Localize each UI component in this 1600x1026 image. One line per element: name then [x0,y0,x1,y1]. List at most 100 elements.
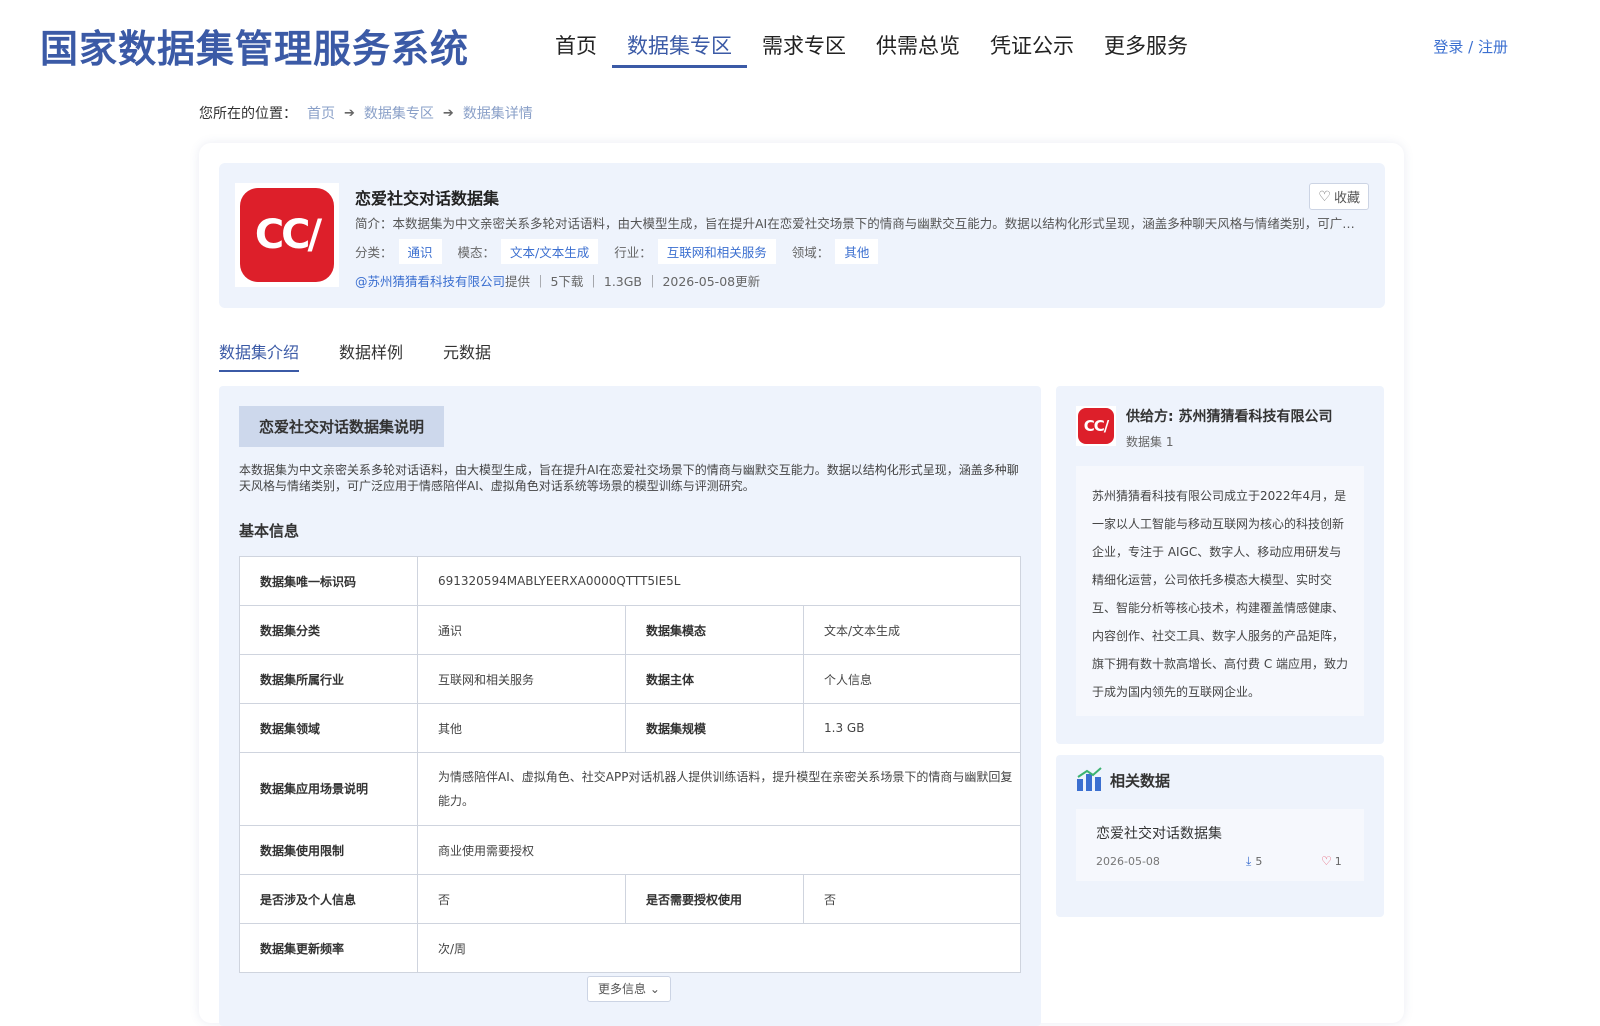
tag-category[interactable]: 通识 [398,239,442,264]
supplier-logo[interactable]: CC/ [1076,406,1116,446]
login-register-link[interactable]: 登录 / 注册 [1433,36,1508,57]
arrow-right-icon: ➔ [442,105,454,121]
table-value: 为情感陪伴AI、虚拟角色、社交APP对话机器人提供训练语料，提升模型在亲密关系场… [417,752,1021,826]
dataset-summary: CC/ 恋爱社交对话数据集 简介：本数据集为中文亲密关系多轮对话语料，由大模型生… [219,163,1385,308]
table-row: 数据集分类 通识 数据集模态 文本/文本生成 [239,605,1021,655]
table-value: 否 [803,874,1021,924]
table-row: 数据集更新频率 次/周 [239,923,1021,973]
heart-icon: ♡ [1318,188,1331,205]
table-value: 次/周 [417,923,1021,973]
table-row: 数据集应用场景说明 为情感陪伴AI、虚拟角色、社交APP对话机器人提供训练语料，… [239,752,1021,826]
breadcrumb-prefix: 您所在的位置： [199,106,297,122]
table-value: 1.3 GB [803,703,1021,753]
more-info-button[interactable]: 更多信息 ⌄ [587,976,671,1002]
dataset-brief: 简介：本数据集为中文亲密关系多轮对话语料，由大模型生成，旨在提升AI在恋爱社交场… [355,216,1365,231]
dataset-title: 恋爱社交对话数据集 [355,189,500,208]
table-value: 文本/文本生成 [803,605,1021,655]
tab-samples[interactable]: 数据样例 [339,339,403,372]
dataset-detail-card: CC/ 恋爱社交对话数据集 简介：本数据集为中文亲密关系多轮对话语料，由大模型生… [199,143,1404,1026]
related-title: 相关数据 [1110,772,1171,790]
table-row: 数据集唯一标识码 691320594MABLYEERXA0000QTTT5IE5… [239,556,1021,606]
favorite-button[interactable]: ♡ 收藏 [1309,183,1369,210]
supplier-description: 苏州猜猜看科技有限公司成立于2022年4月，是一家以人工智能与移动互联网为核心的… [1076,466,1364,716]
table-value: 互联网和相关服务 [417,654,626,704]
related-item[interactable]: 恋爱社交对话数据集 2026-05-08 ⤓ 5 ♡ 1 [1076,809,1364,881]
related-item-date: 2026-05-08 [1096,855,1160,868]
table-key: 数据集领域 [239,703,418,753]
site-title[interactable]: 国家数据集管理服务系统 [40,18,469,73]
site-header: 国家数据集管理服务系统 首页 数据集专区 需求专区 供需总览 凭证公示 更多服务… [0,0,1600,90]
tag-label-industry: 行业： [614,245,652,260]
table-row: 数据集所属行业 互联网和相关服务 数据主体 个人信息 [239,654,1021,704]
nav-more-services[interactable]: 更多服务 [1089,26,1203,68]
tag-modality[interactable]: 文本/文本生成 [501,239,599,264]
chevron-down-icon: ⌄ [649,982,660,996]
table-key: 数据集应用场景说明 [239,752,418,826]
related-item-downloads: ⤓ 5 [1246,854,1262,869]
table-row: 数据集使用限制 商业使用需要授权 [239,825,1021,875]
table-row: 是否涉及个人信息 否 是否需要授权使用 否 [239,874,1021,924]
table-value: 否 [417,874,626,924]
table-key: 是否涉及个人信息 [239,874,418,924]
favorite-label: 收藏 [1333,191,1360,206]
related-item-like-count: 1 [1334,854,1342,868]
related-data-panel: 相关数据 恋爱社交对话数据集 2026-05-08 ⤓ 5 ♡ 1 [1056,755,1384,917]
related-item-download-count: 5 [1255,855,1263,868]
arrow-right-icon: ➔ [344,105,355,121]
table-key: 数据集分类 [239,605,418,655]
nav-datasets[interactable]: 数据集专区 [612,26,747,68]
related-item-likes: ♡ 1 [1321,854,1342,868]
table-value: 通识 [417,605,626,655]
more-info-label: 更多信息 [598,982,647,996]
table-key: 数据集使用限制 [239,825,418,875]
tag-label-domain: 领域： [791,245,830,260]
heart-icon: ♡ [1321,854,1332,868]
table-key: 是否需要授权使用 [625,874,804,924]
basic-info-title: 基本信息 [239,522,300,540]
intro-panel: 恋爱社交对话数据集说明 本数据集为中文亲密关系多轮对话语料，由大模型生成，旨在提… [219,386,1041,1026]
tab-metadata[interactable]: 元数据 [443,339,491,372]
dataset-meta-stats: 提供 ｜ 5下载 ｜ 1.3GB ｜ 2026-05-08更新 [505,274,761,289]
dataset-meta: @苏州猜猜看科技有限公司提供 ｜ 5下载 ｜ 1.3GB ｜ 2026-05-0… [355,271,760,290]
detail-tabs: 数据集介绍 数据样例 元数据 [219,339,531,372]
intro-description: 本数据集为中文亲密关系多轮对话语料，由大模型生成，旨在提升AI在恋爱社交场景下的… [239,463,1019,493]
nav-overview[interactable]: 供需总览 [861,26,975,68]
tag-label-category: 分类： [355,245,393,260]
table-row: 数据集领域 其他 数据集规模 1.3 GB [239,703,1021,753]
main-nav: 首页 数据集专区 需求专区 供需总览 凭证公示 更多服务 [540,26,1203,68]
table-key: 数据集模态 [625,605,804,655]
tab-introduction[interactable]: 数据集介绍 [219,339,300,372]
nav-credentials[interactable]: 凭证公示 [975,26,1089,68]
table-value: 商业使用需要授权 [417,825,1021,875]
supplier-panel: CC/ 供给方: 苏州猜猜看科技有限公司 数据集 1 苏州猜猜看科技有限公司成立… [1056,386,1384,744]
nav-demands[interactable]: 需求专区 [747,26,861,68]
table-key: 数据集更新频率 [239,923,418,973]
table-key: 数据集唯一标识码 [239,556,418,606]
tag-label-modality: 模态： [457,245,496,260]
related-item-name[interactable]: 恋爱社交对话数据集 [1096,823,1222,843]
supplier-dataset-count: 数据集 1 [1126,435,1174,449]
table-key: 数据集规模 [625,703,804,753]
supplier-name[interactable]: 供给方: 苏州猜猜看科技有限公司 [1126,406,1332,426]
table-value: 691320594MABLYEERXA0000QTTT5IE5L [417,556,1021,606]
dataset-logo: CC/ [235,183,339,287]
tag-industry[interactable]: 互联网和相关服务 [657,239,776,264]
table-value: 其他 [417,703,626,753]
dataset-logo-image: CC/ [240,188,334,282]
intro-heading: 恋爱社交对话数据集说明 [239,406,445,447]
tag-domain[interactable]: 其他 [835,239,879,264]
breadcrumb-current[interactable]: 数据集详情 [463,103,533,123]
breadcrumb-datasets[interactable]: 数据集专区 [364,103,434,123]
download-icon: ⤓ [1246,854,1252,868]
supplier-logo-image: CC/ [1078,408,1114,444]
dataset-tags: 分类： 通识 模态： 文本/文本生成 行业： 互联网和相关服务 领域： 其他 [355,239,894,264]
breadcrumb-home[interactable]: 首页 [307,103,335,123]
nav-home[interactable]: 首页 [540,26,612,68]
provider-link[interactable]: @苏州猜猜看科技有限公司 [355,274,505,289]
basic-info-table: 数据集唯一标识码 691320594MABLYEERXA0000QTTT5IE5… [239,556,1021,973]
bar-chart-icon [1077,767,1102,791]
breadcrumb: 您所在的位置： 首页 ➔ 数据集专区 ➔ 数据集详情 [199,103,533,123]
table-value: 个人信息 [803,654,1021,704]
table-key: 数据集所属行业 [239,654,418,704]
table-key: 数据主体 [625,654,804,704]
